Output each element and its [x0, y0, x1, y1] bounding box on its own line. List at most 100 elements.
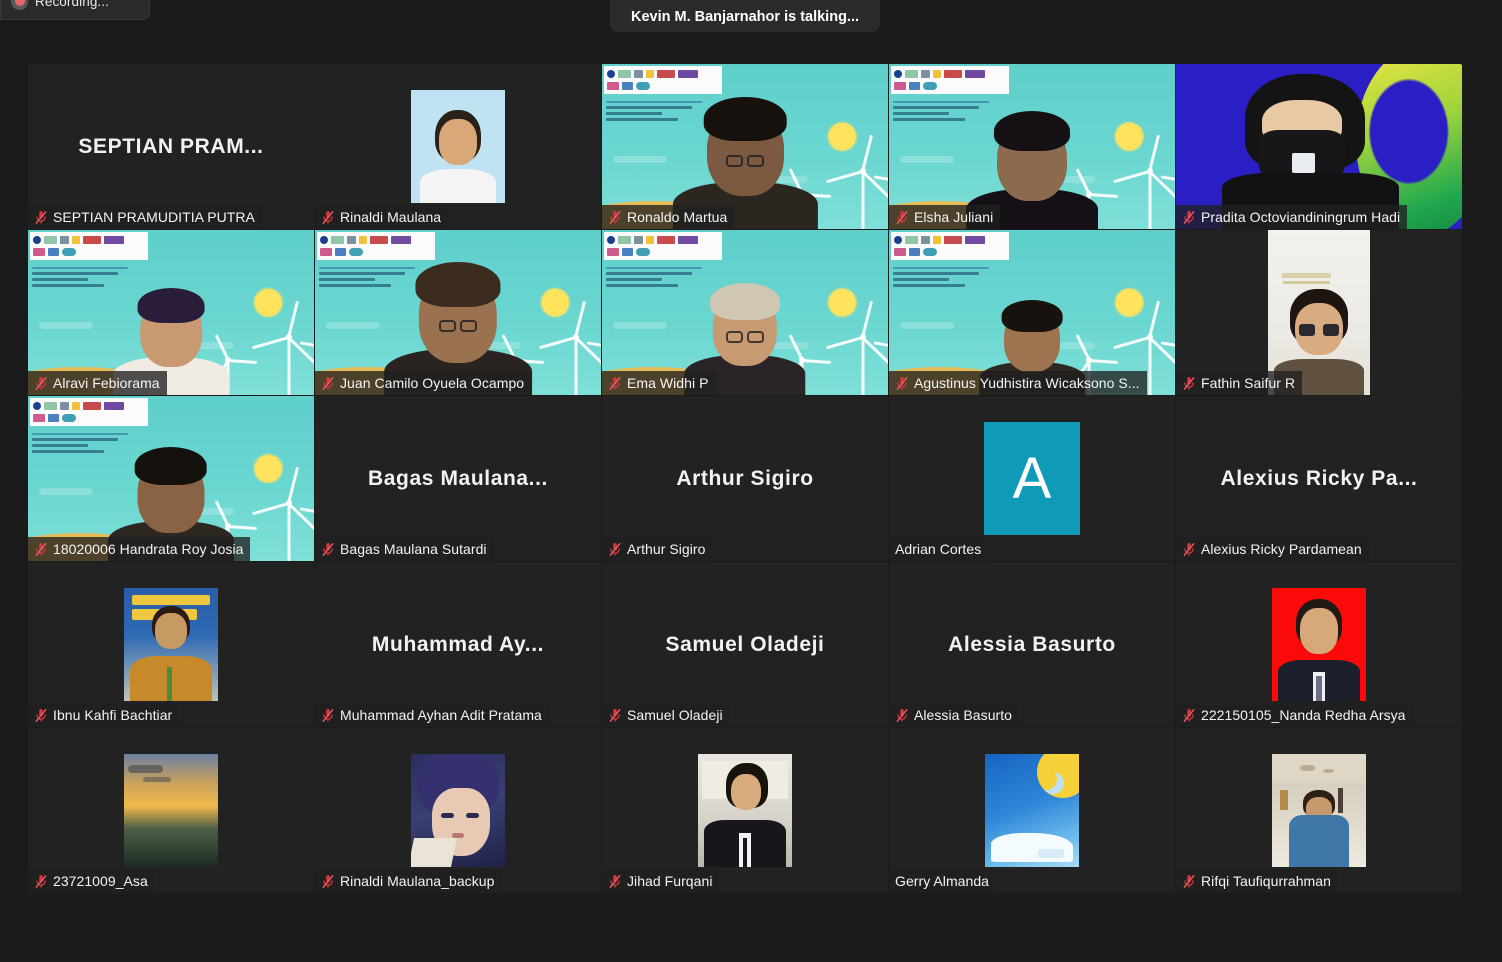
background-logo-strip: [604, 232, 722, 260]
participant-name-bar: Adrian Cortes: [889, 537, 989, 561]
participant-name-label: Muhammad Ayhan Adit Pratama: [340, 707, 542, 723]
participant-name-bar: Gerry Almanda: [889, 869, 997, 893]
participant-name-bar: Alexius Ricky Pardamean: [1176, 537, 1369, 561]
participant-name-bar: Elsha Juliani: [889, 205, 1001, 229]
participant-photo-avatar: [411, 90, 505, 203]
participant-tile[interactable]: Rinaldi Maulana_backup: [315, 728, 601, 893]
microphone-muted-icon: [609, 874, 621, 888]
participant-name-bar: Bagas Maulana Sutardi: [315, 537, 494, 561]
participant-name-bar: Ema Widhi P: [602, 371, 716, 395]
participant-photo-avatar: [698, 754, 792, 867]
recording-label: Recording...: [35, 0, 109, 9]
participant-tile[interactable]: Juan Camilo Oyuela Ocampo: [315, 230, 601, 395]
participant-name-bar: Ibnu Kahfi Bachtiar: [28, 703, 180, 727]
background-title-text: [893, 267, 1013, 290]
participant-photo-avatar: [1272, 588, 1366, 701]
microphone-muted-icon: [609, 708, 621, 722]
participant-name-bar: Fathin Saifur R: [1176, 371, 1303, 395]
background-logo-strip: [891, 232, 1009, 260]
participant-tile[interactable]: 18020006 Handrata Roy Josia: [28, 396, 314, 561]
microphone-muted-icon: [609, 542, 621, 556]
background-logo-strip: [604, 66, 722, 94]
participant-gallery-grid: SEPTIAN PRAM... SEPTIAN PRAMUDITIA PUTRA…: [28, 64, 1462, 893]
participant-photo-avatar: [411, 754, 505, 867]
participant-name-bar: Jihad Furqani: [602, 869, 720, 893]
participant-name-label: Arthur Sigiro: [627, 541, 706, 557]
participant-tile[interactable]: 222150105_Nanda Redha Arsya: [1176, 562, 1462, 727]
participant-name-label: Rinaldi Maulana: [340, 209, 442, 225]
microphone-muted-icon: [35, 874, 47, 888]
participant-name-placeholder: Alexius Ricky Pa...: [1220, 466, 1418, 490]
background-logo-strip: [30, 232, 148, 260]
participant-name-label: Alessia Basurto: [914, 707, 1013, 723]
talking-label: Kevin M. Banjarnahor is talking...: [630, 9, 860, 25]
microphone-muted-icon: [1183, 210, 1195, 224]
participant-photo-avatar: [124, 754, 218, 867]
participant-name-label: Ronaldo Martua: [627, 209, 728, 225]
microphone-muted-icon: [1183, 708, 1195, 722]
participant-photo-avatar: [1272, 754, 1366, 867]
participant-name-placeholder: Samuel Oladeji: [665, 632, 825, 656]
participant-tile[interactable]: SEPTIAN PRAM... SEPTIAN PRAMUDITIA PUTRA: [28, 64, 314, 229]
microphone-muted-icon: [322, 210, 334, 224]
microphone-muted-icon: [322, 376, 334, 390]
participant-tile[interactable]: 23721009_Asa: [28, 728, 314, 893]
participant-name-bar: Muhammad Ayhan Adit Pratama: [315, 703, 549, 727]
participant-tile[interactable]: Jihad Furqani: [602, 728, 888, 893]
microphone-muted-icon: [1183, 376, 1195, 390]
participant-tile[interactable]: Rifqi Taufiqurrahman: [1176, 728, 1462, 893]
participant-tile[interactable]: A Adrian Cortes: [889, 396, 1175, 561]
participant-name-placeholder: Bagas Maulana...: [368, 466, 548, 490]
microphone-muted-icon: [35, 708, 47, 722]
participant-name-label: Adrian Cortes: [895, 541, 982, 557]
microphone-muted-icon: [1183, 542, 1195, 556]
participant-tile[interactable]: Alexius Ricky Pa... Alexius Ricky Pardam…: [1176, 396, 1462, 561]
participant-name-label: Gerry Almanda: [895, 873, 990, 889]
participant-tile[interactable]: Pradita Octoviandiningrum Hadi: [1176, 64, 1462, 229]
microphone-muted-icon: [35, 210, 47, 224]
background-title-text: [606, 267, 726, 290]
participant-tile[interactable]: Ronaldo Martua: [602, 64, 888, 229]
participant-name-bar: Rifqi Taufiqurrahman: [1176, 869, 1338, 893]
recording-indicator[interactable]: Recording...: [0, 0, 150, 20]
participant-name-label: 222150105_Nanda Redha Arsya: [1201, 707, 1406, 723]
participant-name-bar: 18020006 Handrata Roy Josia: [28, 537, 251, 561]
background-logo-strip: [30, 398, 148, 426]
participant-initial-avatar: A: [984, 422, 1080, 535]
microphone-muted-icon: [1183, 874, 1195, 888]
participant-tile[interactable]: Gerry Almanda: [889, 728, 1175, 893]
participant-name-label: Juan Camilo Oyuela Ocampo: [340, 375, 525, 391]
microphone-muted-icon: [322, 542, 334, 556]
participant-name-label: Ibnu Kahfi Bachtiar: [53, 707, 173, 723]
participant-name-placeholder: Arthur Sigiro: [676, 466, 814, 490]
participant-tile[interactable]: Ema Widhi P: [602, 230, 888, 395]
participant-name-placeholder: Alessia Basurto: [948, 632, 1116, 656]
participant-name-label: Rinaldi Maulana_backup: [340, 873, 495, 889]
participant-name-bar: Pradita Octoviandiningrum Hadi: [1176, 205, 1408, 229]
participant-tile[interactable]: Ibnu Kahfi Bachtiar: [28, 562, 314, 727]
participant-tile[interactable]: Arthur Sigiro Arthur Sigiro: [602, 396, 888, 561]
talking-indicator: Kevin M. Banjarnahor is talking...: [610, 0, 880, 32]
participant-tile[interactable]: Alessia Basurto Alessia Basurto: [889, 562, 1175, 727]
participant-name-bar: Agustinus Yudhistira Wicaksono S...: [889, 371, 1147, 395]
background-logo-strip: [891, 66, 1009, 94]
microphone-muted-icon: [35, 542, 47, 556]
participant-tile[interactable]: Muhammad Ay... Muhammad Ayhan Adit Prata…: [315, 562, 601, 727]
participant-tile[interactable]: Fathin Saifur R: [1176, 230, 1462, 395]
participant-tile[interactable]: Samuel Oladeji Samuel Oladeji: [602, 562, 888, 727]
microphone-muted-icon: [896, 210, 908, 224]
microphone-muted-icon: [35, 376, 47, 390]
participant-tile[interactable]: Elsha Juliani: [889, 64, 1175, 229]
microphone-muted-icon: [609, 376, 621, 390]
participant-name-label: Bagas Maulana Sutardi: [340, 541, 487, 557]
participant-photo-avatar: [985, 754, 1079, 867]
participant-name-label: Elsha Juliani: [914, 209, 994, 225]
participant-name-label: Alravi Febiorama: [53, 375, 160, 391]
participant-tile[interactable]: Rinaldi Maulana: [315, 64, 601, 229]
participant-tile[interactable]: Alravi Febiorama: [28, 230, 314, 395]
participant-tile[interactable]: Agustinus Yudhistira Wicaksono S...: [889, 230, 1175, 395]
background-title-text: [32, 267, 152, 290]
background-logo-strip: [317, 232, 435, 260]
participant-tile[interactable]: Bagas Maulana... Bagas Maulana Sutardi: [315, 396, 601, 561]
participant-name-label: SEPTIAN PRAMUDITIA PUTRA: [53, 209, 255, 225]
